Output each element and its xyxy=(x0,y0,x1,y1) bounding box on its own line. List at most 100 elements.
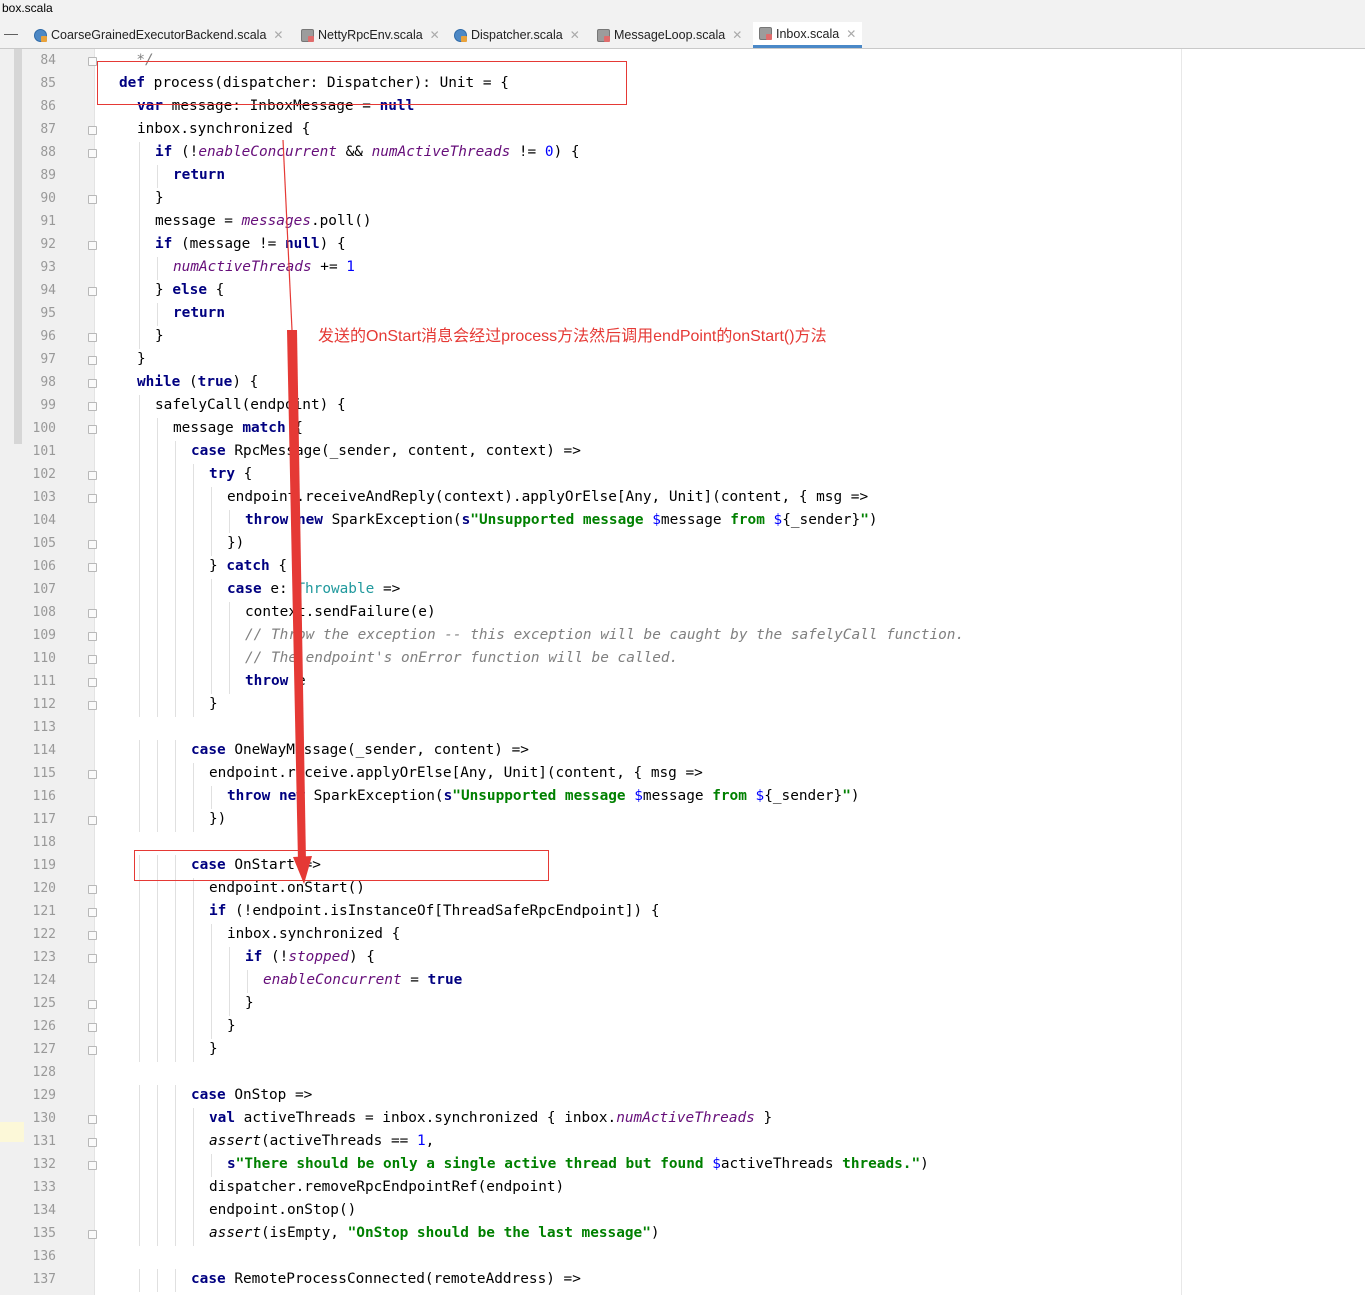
code-line[interactable]: 122 inbox.synchronized { xyxy=(0,924,1365,947)
code-line[interactable]: 94} else { xyxy=(0,280,1365,303)
code-line[interactable]: 91 message = messages.poll() xyxy=(0,211,1365,234)
tab-inbox[interactable]: Inbox.scala ✕ xyxy=(753,22,863,48)
fold-marker-icon[interactable] xyxy=(88,471,97,480)
code-line[interactable]: 137 case RemoteProcessConnected(remoteAdd… xyxy=(0,1269,1365,1292)
code-token: safelyCall(endpoint) { xyxy=(155,397,346,413)
fold-marker-icon[interactable] xyxy=(88,678,97,687)
fold-marker-icon[interactable] xyxy=(88,1023,97,1032)
code-line[interactable]: 87 inbox.synchronized { xyxy=(0,119,1365,142)
code-line[interactable]: 101 case RpcMessage(_sender, content, con… xyxy=(0,441,1365,464)
fold-marker-icon[interactable] xyxy=(88,333,97,342)
fold-marker-icon[interactable] xyxy=(88,379,97,388)
code-line[interactable]: 103 endpoint.receiveAndReply(context).app… xyxy=(0,487,1365,510)
code-line[interactable]: 102 try { xyxy=(0,464,1365,487)
fold-marker-icon[interactable] xyxy=(88,908,97,917)
fold-marker-icon[interactable] xyxy=(88,1161,97,1170)
code-line[interactable]: 117}) xyxy=(0,809,1365,832)
code-line[interactable]: 123 if (!stopped) { xyxy=(0,947,1365,970)
code-line[interactable]: 104 throw new SparkException(s"Unsupporte… xyxy=(0,510,1365,533)
code-line[interactable]: 89 return xyxy=(0,165,1365,188)
code-editor[interactable]: 84 */85 def process(dispatcher: Dispatche… xyxy=(0,49,1365,1295)
code-line[interactable]: 126} xyxy=(0,1016,1365,1039)
code-line[interactable]: 106} catch { xyxy=(0,556,1365,579)
close-tab-icon[interactable]: ✕ xyxy=(846,27,856,41)
code-line[interactable]: 113 xyxy=(0,717,1365,740)
code-text: endpoint.receive.applyOrElse[Any, Unit](… xyxy=(209,765,703,781)
code-line[interactable]: 100 message match { xyxy=(0,418,1365,441)
fold-marker-icon[interactable] xyxy=(88,701,97,710)
tab-coarsegrainedexecutorbackend[interactable]: CoarseGrainedExecutorBackend.scala ✕ xyxy=(34,22,283,48)
code-line[interactable]: 107 case e: Throwable => xyxy=(0,579,1365,602)
code-line[interactable]: 130 val activeThreads = inbox.synchronize… xyxy=(0,1108,1365,1131)
code-line[interactable]: 97} xyxy=(0,349,1365,372)
code-line[interactable]: 135 assert(isEmpty, "OnStop should be the… xyxy=(0,1223,1365,1246)
code-line[interactable]: 105}) xyxy=(0,533,1365,556)
tab-list-menu-icon[interactable]: — xyxy=(4,26,18,41)
fold-marker-icon[interactable] xyxy=(88,149,97,158)
fold-marker-icon[interactable] xyxy=(88,126,97,135)
close-tab-icon[interactable]: ✕ xyxy=(430,28,440,42)
fold-marker-icon[interactable] xyxy=(88,57,97,66)
code-line[interactable]: 116 throw new SparkException(s"Unsupporte… xyxy=(0,786,1365,809)
fold-marker-icon[interactable] xyxy=(88,563,97,572)
code-token: { xyxy=(278,558,287,574)
code-line[interactable]: 136 xyxy=(0,1246,1365,1269)
code-line[interactable]: 124 enableConcurrent = true xyxy=(0,970,1365,993)
close-tab-icon[interactable]: ✕ xyxy=(732,28,742,42)
fold-marker-icon[interactable] xyxy=(88,655,97,664)
fold-marker-icon[interactable] xyxy=(88,609,97,618)
fold-marker-icon[interactable] xyxy=(88,402,97,411)
indent-guide xyxy=(211,510,212,533)
fold-marker-icon[interactable] xyxy=(88,931,97,940)
fold-marker-icon[interactable] xyxy=(88,632,97,641)
fold-marker-icon[interactable] xyxy=(88,494,97,503)
fold-marker-icon[interactable] xyxy=(88,425,97,434)
fold-marker-icon[interactable] xyxy=(88,195,97,204)
tab-dispatcher[interactable]: Dispatcher.scala ✕ xyxy=(454,22,580,48)
fold-marker-icon[interactable] xyxy=(88,241,97,250)
fold-marker-icon[interactable] xyxy=(88,770,97,779)
fold-marker-icon[interactable] xyxy=(88,1115,97,1124)
close-tab-icon[interactable]: ✕ xyxy=(570,28,580,42)
code-line[interactable]: 114 case OneWayMessage(_sender, content) … xyxy=(0,740,1365,763)
code-line[interactable]: 115 endpoint.receive.applyOrElse[Any, Uni… xyxy=(0,763,1365,786)
code-line[interactable]: 128 xyxy=(0,1062,1365,1085)
code-line[interactable]: 125} xyxy=(0,993,1365,1016)
tab-nettyrpcenv[interactable]: NettyRpcEnv.scala ✕ xyxy=(301,22,440,48)
code-line[interactable]: 129 case OnStop => xyxy=(0,1085,1365,1108)
code-line[interactable]: 92 if (message != null) { xyxy=(0,234,1365,257)
fold-marker-icon[interactable] xyxy=(88,1138,97,1147)
code-line[interactable]: 131 assert(activeThreads == 1, xyxy=(0,1131,1365,1154)
code-line[interactable]: 127} xyxy=(0,1039,1365,1062)
code-line[interactable]: 132 s"There should be only a single activ… xyxy=(0,1154,1365,1177)
fold-marker-icon[interactable] xyxy=(88,1046,97,1055)
code-line[interactable]: 121 if (!endpoint.isInstanceOf[ThreadSafe… xyxy=(0,901,1365,924)
fold-marker-icon[interactable] xyxy=(88,356,97,365)
fold-marker-icon[interactable] xyxy=(88,540,97,549)
code-line[interactable]: 110 // The endpoint's onError function wi… xyxy=(0,648,1365,671)
code-line[interactable]: 90} xyxy=(0,188,1365,211)
code-line[interactable]: 134 endpoint.onStop() xyxy=(0,1200,1365,1223)
code-line[interactable]: 120 endpoint.onStart() xyxy=(0,878,1365,901)
fold-marker-icon[interactable] xyxy=(88,287,97,296)
code-line[interactable]: 99 safelyCall(endpoint) { xyxy=(0,395,1365,418)
code-line[interactable]: 98 while (true) { xyxy=(0,372,1365,395)
line-number: 85 xyxy=(40,76,56,91)
fold-marker-icon[interactable] xyxy=(88,816,97,825)
fold-marker-icon[interactable] xyxy=(88,1000,97,1009)
code-line[interactable]: 112} xyxy=(0,694,1365,717)
code-line[interactable]: 109 // Throw the exception -- this except… xyxy=(0,625,1365,648)
code-line[interactable]: 93 numActiveThreads += 1 xyxy=(0,257,1365,280)
fold-marker-icon[interactable] xyxy=(88,885,97,894)
fold-marker-icon[interactable] xyxy=(88,1230,97,1239)
code-line[interactable]: 108 context.sendFailure(e) xyxy=(0,602,1365,625)
code-line[interactable]: 88 if (!enableConcurrent && numActiveThre… xyxy=(0,142,1365,165)
code-token: { xyxy=(294,420,303,436)
code-line[interactable]: 133 dispatcher.removeRpcEndpointRef(endpo… xyxy=(0,1177,1365,1200)
close-tab-icon[interactable]: ✕ xyxy=(273,28,283,42)
fold-marker-icon[interactable] xyxy=(88,954,97,963)
code-line[interactable]: 111 throw e xyxy=(0,671,1365,694)
indent-guide xyxy=(157,671,158,694)
tab-messageloop[interactable]: MessageLoop.scala ✕ xyxy=(597,22,742,48)
indent-guide xyxy=(175,1131,176,1154)
